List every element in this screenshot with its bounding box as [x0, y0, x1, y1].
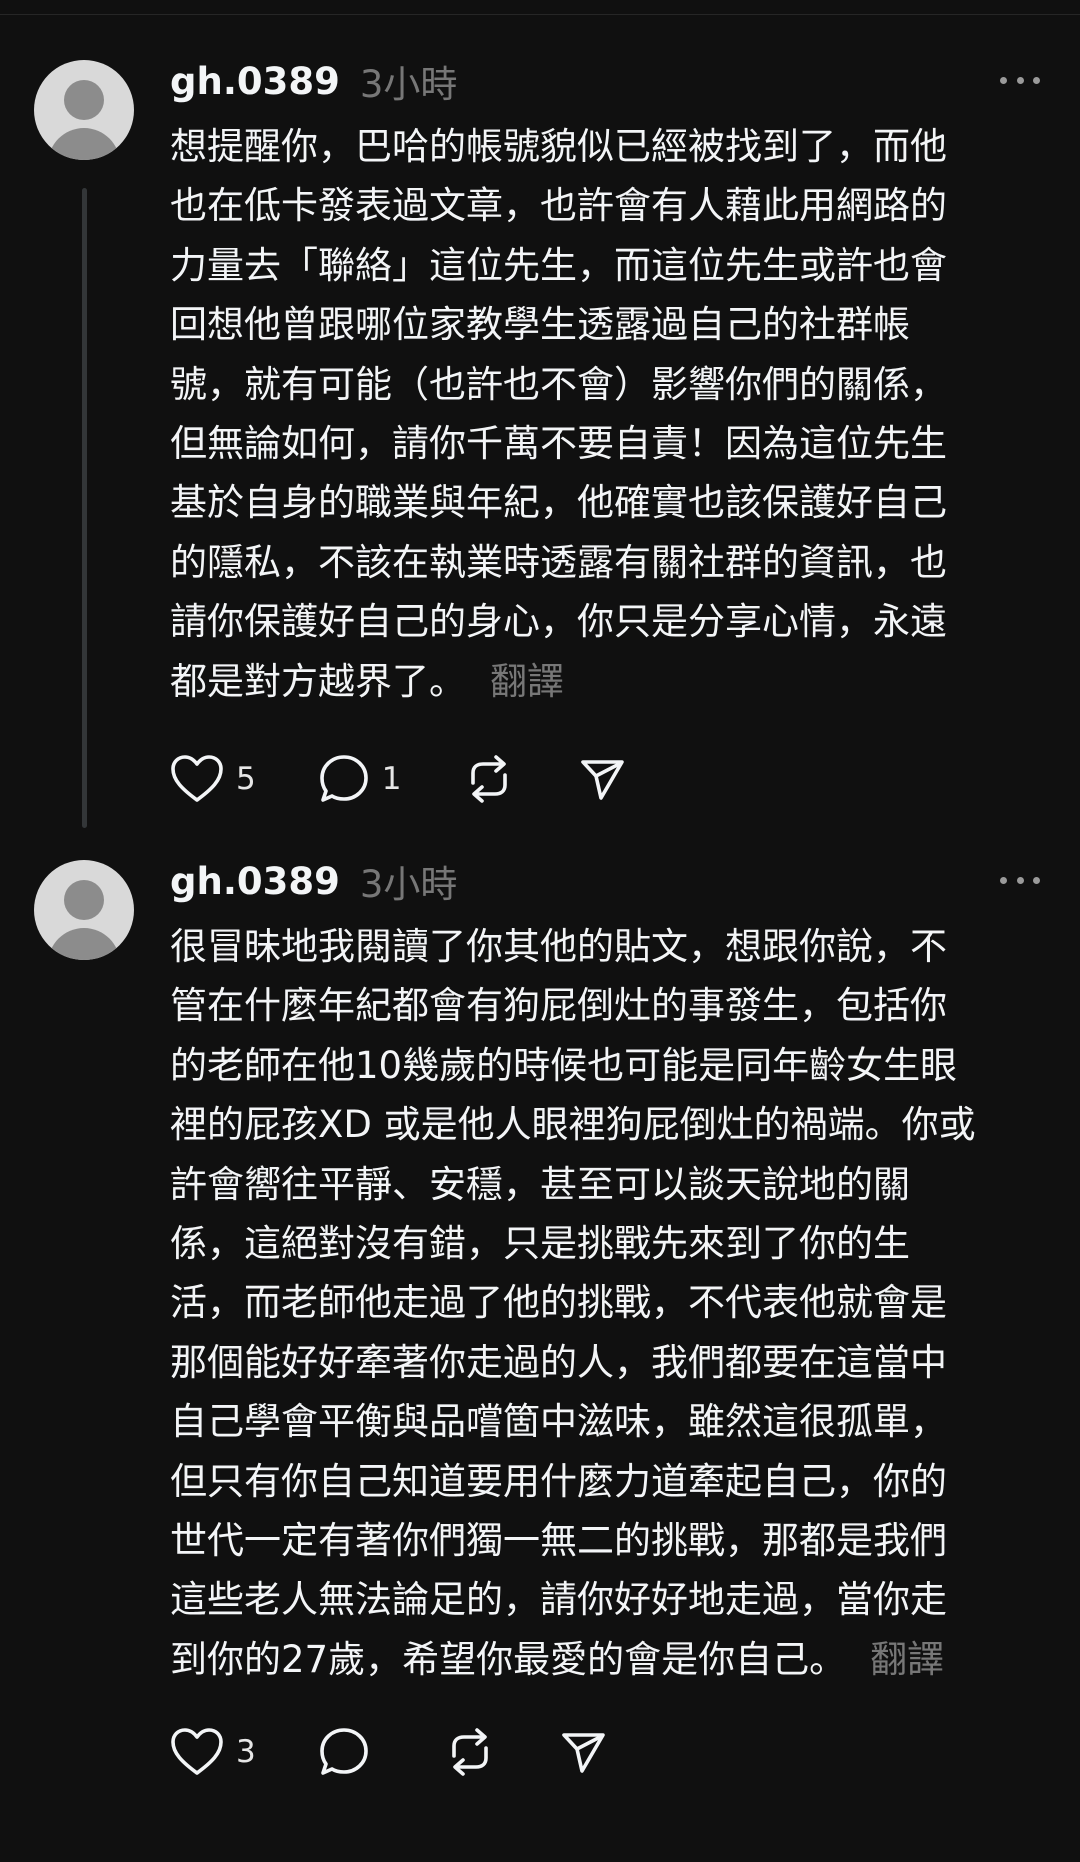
repost-arrows-icon — [471, 755, 508, 803]
text-line: 但只有你自己知道要用什麼力道牽起自己，你的 — [170, 1459, 947, 1503]
text-line: 這些老人無法論足的，請你好好地走過，當你走 — [170, 1578, 947, 1622]
repost-button[interactable] — [463, 751, 515, 807]
like-count: 3 — [236, 1734, 256, 1770]
action-bar: 3 — [170, 1724, 608, 1780]
text-line: 力量去「聯絡」這位先生，而這位先生或許也會 — [170, 243, 947, 287]
comment-header: gh.0389 3小時 — [170, 855, 457, 907]
action-bar: 5 1 — [170, 751, 627, 807]
paper-plane-icon — [561, 1733, 605, 1773]
text-line: 請你保護好自己的身心，你只是分享心情，永遠 — [170, 600, 947, 644]
text-line: 許會嚮往平靜、安穩，甚至可以談天說地的關 — [170, 1162, 910, 1206]
heart-icon — [171, 1728, 223, 1775]
repost-arrows-icon — [451, 1728, 488, 1776]
text-line: 的老師在他10幾歲的時候也可能是同年齡女生眼 — [170, 1043, 958, 1087]
avatar-head-shape — [64, 880, 104, 920]
text-line-last: 都是對方越界了。 翻譯 — [170, 652, 1040, 711]
comment-item: gh.0389 3小時 想提醒你，巴哈的帳號貌似已經被找到了，而他 也在低卡發表… — [0, 55, 1080, 845]
text-line: 想提醒你，巴哈的帳號貌似已經被找到了，而他 — [170, 125, 947, 168]
text-line: 活，而老師他走過了他的挑戰，不代表他就會是 — [170, 1281, 947, 1325]
text-line: 也在低卡發表過文章，也許會有人藉此用網路的 — [170, 184, 947, 228]
comment-item: gh.0389 3小時 很冒昧地我閱讀了你其他的貼文，想跟你說，不 管在什麼年紀… — [0, 855, 1080, 1855]
text-line: 自己學會平衡與品嚐箇中滋味，雖然這很孤單， — [170, 1400, 947, 1444]
like-count: 5 — [236, 761, 256, 797]
text-line: 那個能好好牽著你走過的人，我們都要在這當中 — [170, 1340, 947, 1384]
text-line: 係，這絕對沒有錯，只是挑戰先來到了你的生 — [170, 1222, 910, 1266]
heart-icon — [171, 755, 223, 802]
timestamp: 3小時 — [359, 63, 458, 106]
share-button[interactable] — [558, 1724, 608, 1780]
username[interactable]: gh.0389 — [170, 60, 340, 103]
avatar[interactable] — [34, 60, 134, 160]
text-line: 號，就有可能（也許也不會）影響你們的關係， — [170, 362, 947, 406]
repost-button[interactable] — [444, 1724, 496, 1780]
text-line: 裡的屁孩XD 或是他人眼裡狗屁倒灶的禍端。你或 — [170, 1103, 976, 1147]
more-dots-icon[interactable] — [1000, 65, 1040, 95]
text-line: 很冒昧地我閱讀了你其他的貼文，想跟你說，不 — [170, 925, 947, 968]
speech-bubble-icon — [319, 1728, 368, 1775]
text-line-last: 到你的27歲，希望你最愛的會是你自己。 翻譯 — [170, 1630, 1040, 1689]
text-line: 回想他曾跟哪位家教學生透露過自己的社群帳 — [170, 303, 910, 347]
comment-text: 想提醒你，巴哈的帳號貌似已經被找到了，而他 也在低卡發表過文章，也許會有人藉此用… — [170, 117, 1040, 711]
text-line: 管在什麼年紀都會有狗屁倒灶的事發生，包括你 — [170, 984, 947, 1028]
more-dots-icon[interactable] — [1000, 865, 1040, 895]
reply-count: 1 — [381, 761, 402, 797]
text-line: 但無論如何，請你千萬不要自責！因為這位先生 — [170, 422, 947, 466]
paper-plane-icon — [581, 760, 625, 800]
text-line: 世代一定有著你們獨一無二的挑戰，那都是我們 — [170, 1519, 947, 1563]
text-line: 基於自身的職業與年紀，他確實也該保護好自己 — [170, 481, 947, 525]
reply-button[interactable]: 1 — [318, 751, 402, 807]
avatar-body-shape — [48, 928, 120, 960]
translate-link[interactable]: 翻譯 — [870, 1638, 944, 1681]
share-button[interactable] — [577, 751, 627, 807]
reply-button[interactable] — [318, 1724, 382, 1780]
text-line-content: 到你的27歲，希望你最愛的會是你自己。 — [170, 1637, 847, 1681]
like-button[interactable]: 3 — [170, 1724, 256, 1780]
thread-line — [82, 188, 87, 828]
top-divider — [0, 14, 1080, 15]
text-line: 的隱私，不該在執業時透露有關社群的資訊，也 — [170, 540, 947, 584]
avatar-head-shape — [64, 80, 104, 120]
speech-bubble-icon — [319, 755, 368, 802]
text-line-content: 都是對方越界了。 — [170, 659, 466, 703]
timestamp: 3小時 — [359, 863, 458, 906]
avatar-body-shape — [48, 128, 120, 160]
username[interactable]: gh.0389 — [170, 860, 340, 903]
translate-link[interactable]: 翻譯 — [490, 660, 564, 703]
avatar[interactable] — [34, 860, 134, 960]
like-button[interactable]: 5 — [170, 751, 256, 807]
comment-text: 很冒昧地我閱讀了你其他的貼文，想跟你說，不 管在什麼年紀都會有狗屁倒灶的事發生，… — [170, 917, 1040, 1689]
comment-header: gh.0389 3小時 — [170, 55, 457, 107]
